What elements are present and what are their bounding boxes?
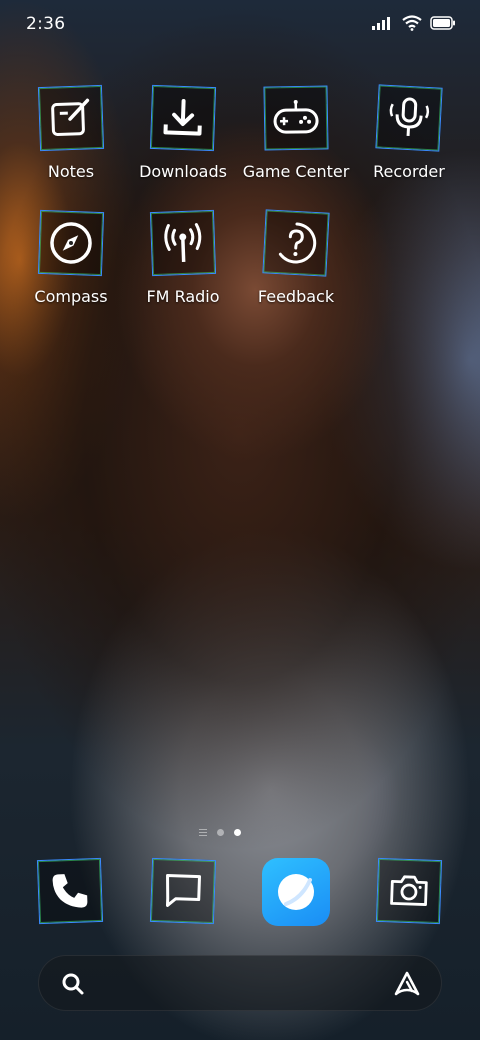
app-notes[interactable]: Notes bbox=[16, 84, 126, 181]
download-icon[interactable] bbox=[149, 84, 217, 152]
app-label: FM Radio bbox=[146, 287, 220, 306]
browser-icon[interactable] bbox=[262, 858, 330, 926]
status-icons bbox=[372, 15, 456, 31]
search-icon[interactable] bbox=[61, 972, 85, 996]
gamepad-icon[interactable] bbox=[263, 85, 329, 151]
wifi-icon bbox=[402, 15, 422, 31]
page-dot-active[interactable] bbox=[234, 829, 241, 836]
menu-lines-icon bbox=[199, 829, 207, 836]
app-label: Recorder bbox=[373, 162, 445, 181]
app-downloads[interactable]: Downloads bbox=[128, 84, 238, 181]
camera-icon[interactable] bbox=[375, 857, 443, 925]
dock-phone[interactable] bbox=[36, 857, 104, 925]
page-dot[interactable] bbox=[217, 829, 224, 836]
search-bar[interactable] bbox=[38, 955, 442, 1011]
microphone-icon[interactable] bbox=[375, 84, 443, 152]
assistant-icon[interactable] bbox=[393, 970, 421, 998]
app-feedback[interactable]: Feedback bbox=[241, 209, 351, 306]
signal-icon bbox=[372, 17, 390, 30]
page-indicator[interactable] bbox=[199, 829, 241, 836]
status-bar: 2:36 bbox=[0, 0, 480, 50]
app-compass[interactable]: Compass bbox=[16, 209, 126, 306]
radio-antenna-icon[interactable] bbox=[149, 209, 217, 277]
dock-browser[interactable] bbox=[262, 858, 330, 926]
app-label: Feedback bbox=[257, 287, 335, 306]
app-game-center[interactable]: Game Center bbox=[241, 85, 351, 181]
app-label: Downloads bbox=[139, 162, 227, 181]
app-recorder[interactable]: Recorder bbox=[354, 84, 464, 181]
compass-icon[interactable] bbox=[37, 209, 105, 277]
dock-camera[interactable] bbox=[375, 857, 443, 925]
app-label: Game Center bbox=[242, 162, 350, 181]
message-icon[interactable] bbox=[149, 857, 217, 925]
question-icon[interactable] bbox=[262, 209, 330, 277]
app-label: Notes bbox=[47, 162, 95, 181]
status-time: 2:36 bbox=[26, 14, 66, 34]
dock-messages[interactable] bbox=[149, 857, 217, 925]
battery-icon bbox=[430, 16, 455, 30]
app-fm-radio[interactable]: FM Radio bbox=[128, 209, 238, 306]
app-label: Compass bbox=[34, 287, 108, 306]
notes-icon[interactable] bbox=[37, 84, 105, 152]
phone-icon[interactable] bbox=[36, 857, 104, 925]
